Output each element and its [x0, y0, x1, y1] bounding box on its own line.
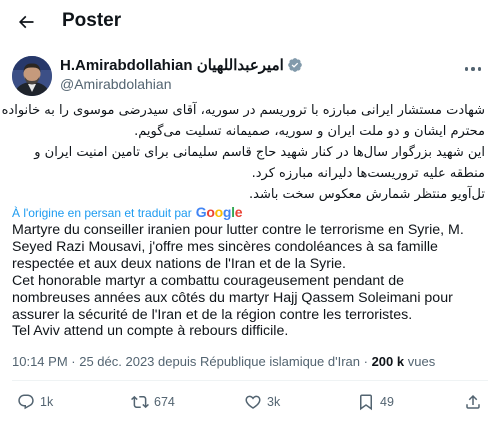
verified-badge-icon: [287, 58, 302, 72]
divider: [12, 380, 488, 381]
views-label: vues: [407, 354, 436, 369]
back-arrow-icon: [18, 15, 34, 29]
author-row: H.Amirabdollahian امیرعبداللهیان: [60, 56, 303, 74]
repost-count: 674: [154, 395, 175, 409]
header: Poster: [0, 0, 500, 44]
translation-note[interactable]: À l'origine en persan et traduit par Goo…: [12, 204, 243, 220]
views-count: 200 k: [371, 354, 405, 369]
like-count: 3k: [267, 395, 281, 409]
post-text-translated: Martyre du conseiller iranien pour lutte…: [12, 222, 490, 340]
post-location: depuis République islamique d'Iran: [158, 354, 360, 369]
reply-button[interactable]: 1k: [17, 390, 53, 414]
translated-line: Martyre du conseiller iranien pour lutte…: [12, 222, 464, 238]
like-button[interactable]: 3k: [244, 390, 280, 414]
back-button[interactable]: [9, 5, 43, 39]
translated-line: assurer la sécurité de l'Iran et de la r…: [12, 306, 413, 323]
repost-button[interactable]: 674: [131, 390, 175, 414]
post-date[interactable]: 25 déc. 2023: [79, 354, 154, 369]
author-name[interactable]: H.Amirabdollahian امیرعبداللهیان: [60, 56, 284, 74]
bookmark-count: 49: [380, 395, 394, 409]
action-bar: 1k 674 3k 49: [0, 388, 500, 416]
translated-line: Cet honorable martyr a combattu courageu…: [12, 272, 404, 289]
reply-count: 1k: [40, 395, 54, 409]
more-icon: [464, 67, 469, 71]
translated-line: Tel Aviv attend un compte à rebours diff…: [12, 323, 289, 340]
share-icon: [466, 394, 480, 409]
translated-line: nombreuses années aux côtés du martyr Ha…: [12, 289, 453, 306]
page-title: Poster: [62, 10, 122, 31]
post-text-line: تل‌آویو منتظر شمارش معکوس سخت باشد.: [249, 187, 485, 202]
post-text-line: شهادت مستشار ایرانی مبارزه با تروریسم در…: [1, 103, 485, 118]
more-button[interactable]: [458, 60, 488, 78]
translation-note-text: À l'origine en persan et traduit par: [12, 206, 192, 220]
repost-icon: [131, 395, 149, 409]
post-time[interactable]: 10:14 PM: [12, 354, 68, 369]
translated-line: Seyed Razi Mousavi, j'offre mes sincères…: [12, 238, 438, 255]
bookmark-button[interactable]: 49: [357, 390, 394, 414]
like-icon: [245, 395, 261, 409]
translated-line: respectée et aux deux nations de l'Iran …: [12, 255, 346, 272]
post-text-line: محترم ایشان و دو ملت ایران و سوریه، صمیم…: [134, 124, 485, 139]
google-logo: Google: [195, 204, 243, 220]
post-text-persian: شهادت مستشار ایرانی مبارزه با تروریسم در…: [1, 100, 485, 205]
reply-icon: [18, 394, 34, 410]
post-text-line: منطقه علیه تروریست‌ها دلیرانه مبارزه کرد…: [251, 166, 485, 181]
post-meta: 10:14 PM · 25 déc. 2023 depuis Républiqu…: [12, 354, 436, 369]
author-handle[interactable]: @Amirabdolahian: [60, 76, 172, 92]
share-button[interactable]: [464, 390, 482, 414]
bookmark-icon: [360, 394, 372, 411]
avatar[interactable]: [12, 56, 52, 96]
post-text-line: این شهید بزرگوار سال‌ها در کنار شهید حاج…: [34, 145, 485, 160]
